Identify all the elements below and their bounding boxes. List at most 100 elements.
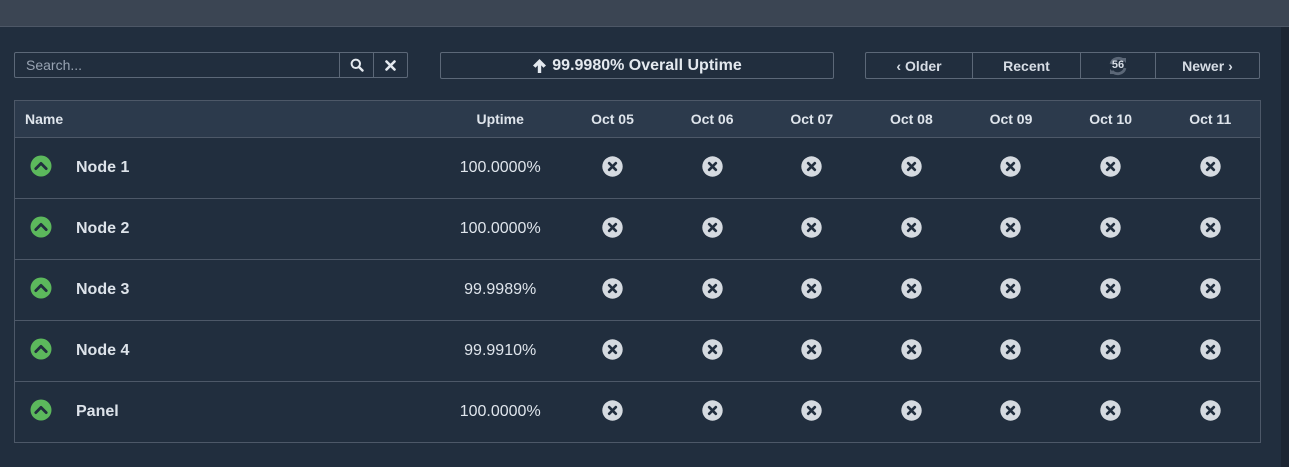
status-up-icon <box>30 155 52 177</box>
day-status <box>662 155 762 177</box>
header-day: Oct 08 <box>889 111 933 127</box>
older-button[interactable]: ‹ Older <box>866 53 972 78</box>
search-input[interactable] <box>15 53 339 77</box>
day-status <box>961 155 1061 177</box>
clear-search-button[interactable] <box>373 53 407 77</box>
day-status <box>961 399 1061 421</box>
x-circle-icon[interactable] <box>1200 399 1221 421</box>
x-circle-icon[interactable] <box>602 216 623 238</box>
uptime-value: 100.0000% <box>459 403 541 420</box>
x-circle-icon[interactable] <box>1100 399 1121 421</box>
table-row[interactable]: Node 4 99.9910% <box>15 321 1260 382</box>
uptime-value: 99.9989% <box>464 281 537 298</box>
x-circle-icon[interactable] <box>701 338 723 360</box>
table-row[interactable]: Panel 100.0000% <box>15 382 1260 442</box>
day-status <box>1061 277 1161 299</box>
uptime-value: 100.0000% <box>459 220 541 237</box>
day-status <box>662 277 762 299</box>
status-up-icon <box>30 216 52 238</box>
uptime-table: Name Uptime Oct 05 Oct 06 Oct 07 Oct 08 … <box>14 100 1261 443</box>
x-circle-icon[interactable] <box>701 155 723 177</box>
day-status <box>762 338 862 360</box>
day-status <box>862 216 962 238</box>
x-circle-icon[interactable] <box>901 155 922 177</box>
day-status <box>1061 216 1161 238</box>
x-circle-icon[interactable] <box>1000 338 1022 360</box>
day-status <box>563 155 663 177</box>
day-status <box>662 216 762 238</box>
x-circle-icon[interactable] <box>701 399 723 421</box>
x-circle-icon[interactable] <box>602 155 623 177</box>
search-button[interactable] <box>339 53 373 77</box>
day-status <box>762 216 862 238</box>
header-day: Oct 09 <box>989 111 1033 127</box>
day-status <box>563 338 663 360</box>
day-status <box>762 155 862 177</box>
day-status <box>862 277 962 299</box>
x-circle-icon[interactable] <box>701 216 723 238</box>
day-status <box>1061 155 1161 177</box>
x-circle-icon[interactable] <box>1200 277 1221 299</box>
x-circle-icon[interactable] <box>901 338 922 360</box>
x-circle-icon[interactable] <box>1000 399 1022 421</box>
x-circle-icon[interactable] <box>1200 338 1221 360</box>
node-cell: Panel <box>15 399 438 421</box>
x-circle-icon[interactable] <box>1100 155 1121 177</box>
day-status <box>563 216 663 238</box>
table-row[interactable]: Node 2 100.0000% <box>15 199 1260 260</box>
x-circle-icon[interactable] <box>1000 155 1022 177</box>
header-day: Oct 05 <box>591 111 634 127</box>
day-status <box>862 399 962 421</box>
header-day: Oct 07 <box>790 111 834 127</box>
node-name[interactable]: Node 3 <box>76 281 129 299</box>
x-circle-icon[interactable] <box>1100 338 1121 360</box>
table-row[interactable]: Node 1 100.0000% <box>15 138 1260 199</box>
x-circle-icon[interactable] <box>801 338 822 360</box>
x-circle-icon[interactable] <box>801 155 822 177</box>
node-cell: Node 4 <box>15 338 438 360</box>
header-day: Oct 10 <box>1089 111 1132 127</box>
x-circle-icon[interactable] <box>801 277 822 299</box>
x-circle-icon[interactable] <box>801 399 822 421</box>
node-name[interactable]: Node 4 <box>76 342 129 360</box>
x-circle-icon[interactable] <box>602 338 623 360</box>
header-name: Name <box>25 111 64 127</box>
x-circle-icon[interactable] <box>602 277 623 299</box>
search-group <box>14 52 408 78</box>
node-name[interactable]: Panel <box>76 403 119 421</box>
x-circle-icon[interactable] <box>901 277 922 299</box>
day-status <box>1160 216 1260 238</box>
header-day: Oct 11 <box>1189 111 1232 127</box>
node-name[interactable]: Node 2 <box>76 220 129 238</box>
table-row[interactable]: Node 3 99.9989% <box>15 260 1260 321</box>
day-status <box>1160 277 1260 299</box>
x-circle-icon[interactable] <box>901 399 922 421</box>
day-status <box>961 338 1061 360</box>
node-cell: Node 3 <box>15 277 438 299</box>
older-label: Older <box>905 57 942 74</box>
x-circle-icon[interactable] <box>1200 155 1221 177</box>
x-circle-icon[interactable] <box>1100 277 1121 299</box>
day-status <box>862 155 962 177</box>
refresh-button[interactable]: 56 <box>1080 53 1155 78</box>
x-circle-icon[interactable] <box>1000 277 1022 299</box>
recent-button[interactable]: Recent <box>972 53 1080 78</box>
x-circle-icon[interactable] <box>1100 216 1121 238</box>
day-status <box>961 277 1061 299</box>
x-circle-icon[interactable] <box>901 216 922 238</box>
overall-uptime: 99.9980% Overall Uptime <box>440 52 834 79</box>
x-circle-icon[interactable] <box>801 216 822 238</box>
x-circle-icon[interactable] <box>1200 216 1221 238</box>
x-circle-icon[interactable] <box>602 399 623 421</box>
day-status <box>862 338 962 360</box>
newer-button[interactable]: Newer › <box>1155 53 1259 78</box>
status-up-icon <box>30 399 52 421</box>
x-circle-icon[interactable] <box>1000 216 1022 238</box>
x-circle-icon[interactable] <box>701 277 723 299</box>
table-body: Node 1 100.0000% Node 2 100.0000% Node 3 99.9… <box>15 138 1260 442</box>
day-status <box>762 399 862 421</box>
chevron-left-icon: ‹ <box>896 57 902 74</box>
day-status <box>1061 399 1161 421</box>
day-status <box>662 399 762 421</box>
node-name[interactable]: Node 1 <box>76 159 129 177</box>
